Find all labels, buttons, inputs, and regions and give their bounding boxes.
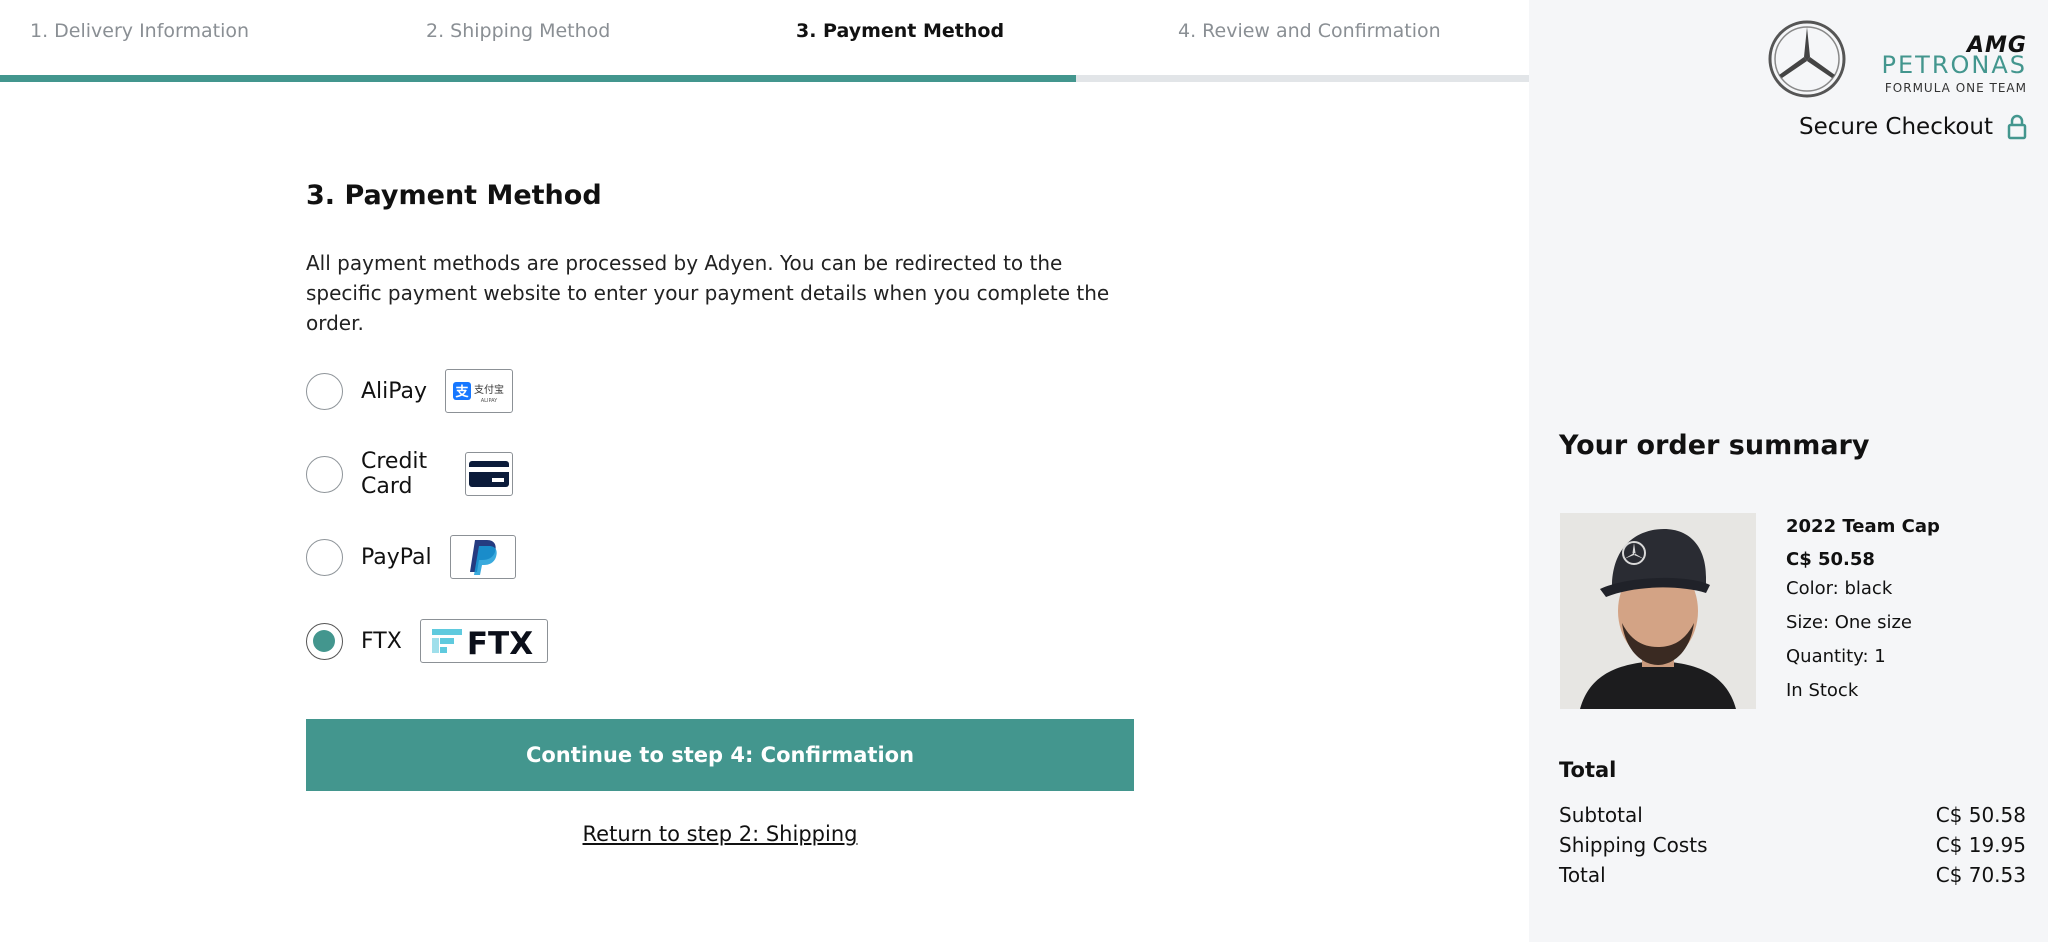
grand-total-row: Total C$ 70.53 bbox=[1559, 860, 2026, 890]
payment-section: 3. Payment Method All payment methods ar… bbox=[306, 180, 1136, 338]
product-quantity: Quantity: 1 bbox=[1786, 646, 1886, 667]
subtotal-value: C$ 50.58 bbox=[1935, 803, 2026, 827]
step-shipping-method[interactable]: 2. Shipping Method bbox=[426, 20, 610, 42]
subtotal-row: Subtotal C$ 50.58 bbox=[1559, 800, 2026, 830]
alipay-logo-icon: 支 支付宝 ALIPAY bbox=[445, 369, 514, 413]
product-name[interactable]: 2022 Team Cap bbox=[1786, 515, 2026, 539]
payment-option-paypal[interactable]: PayPal bbox=[306, 532, 516, 582]
paypal-label: PayPal bbox=[361, 544, 432, 570]
product-size: Size: One size bbox=[1786, 612, 1913, 633]
ftx-logo-text: FTX bbox=[467, 626, 533, 660]
payment-option-ftx[interactable]: FTX FTX bbox=[306, 616, 548, 666]
grand-total-value: C$ 70.53 bbox=[1935, 863, 2026, 887]
progress-bar-track bbox=[0, 75, 1529, 82]
credit-card-label: Credit Card bbox=[361, 449, 428, 499]
brand-logo[interactable]: AMG PETRONAS FORMULA ONE TEAM bbox=[1767, 19, 2027, 99]
product-details: 2022 Team Cap C$ 50.58 Color: black Size… bbox=[1786, 515, 2026, 708]
product-color: Color: black bbox=[1786, 578, 1893, 599]
totals-table: Subtotal C$ 50.58 Shipping Costs C$ 19.9… bbox=[1559, 800, 2026, 890]
order-summary-sidebar: AMG PETRONAS FORMULA ONE TEAM Secure Che… bbox=[1529, 0, 2048, 942]
secure-checkout: Secure Checkout bbox=[1799, 114, 2027, 140]
progress-bar-fill bbox=[0, 75, 1077, 82]
order-summary-title: Your order summary bbox=[1559, 430, 1870, 461]
ftx-radio[interactable] bbox=[306, 622, 343, 660]
grand-total-label: Total bbox=[1559, 863, 1606, 887]
paypal-logo-icon bbox=[449, 535, 516, 579]
secure-checkout-label: Secure Checkout bbox=[1799, 114, 1993, 140]
mercedes-star-icon bbox=[1768, 20, 1846, 98]
product-image[interactable] bbox=[1560, 513, 1756, 709]
alipay-logo-subtext: ALIPAY bbox=[481, 398, 498, 404]
subtotal-label: Subtotal bbox=[1559, 803, 1643, 827]
step-review-confirmation: 4. Review and Confirmation bbox=[1178, 20, 1441, 42]
payment-description: All payment methods are processed by Ady… bbox=[306, 251, 1110, 335]
product-stock-status: In Stock bbox=[1786, 680, 1859, 701]
svg-text:支: 支 bbox=[455, 384, 470, 400]
return-to-shipping-link[interactable]: Return to step 2: Shipping bbox=[306, 822, 1134, 846]
formula-one-team-wordmark: FORMULA ONE TEAM bbox=[1884, 81, 2027, 95]
payment-option-credit-card[interactable]: Credit Card bbox=[306, 449, 514, 499]
credit-card-radio[interactable] bbox=[306, 455, 343, 493]
step-delivery-information[interactable]: 1. Delivery Information bbox=[30, 20, 249, 42]
total-heading: Total bbox=[1559, 758, 1617, 782]
shipping-costs-label: Shipping Costs bbox=[1559, 833, 1708, 857]
alipay-logo-text: 支付宝 bbox=[474, 383, 504, 396]
shipping-costs-row: Shipping Costs C$ 19.95 bbox=[1559, 830, 2026, 860]
lock-icon bbox=[2007, 114, 2027, 140]
step-payment-method: 3. Payment Method bbox=[796, 20, 1005, 42]
checkout-stepper: 1. Delivery Information 2. Shipping Meth… bbox=[0, 0, 1529, 84]
shipping-costs-value: C$ 19.95 bbox=[1935, 833, 2026, 857]
petronas-wordmark: PETRONAS bbox=[1881, 51, 2027, 79]
payment-option-alipay[interactable]: AliPay 支 支付宝 ALIPAY bbox=[306, 366, 514, 416]
page-title: 3. Payment Method bbox=[306, 180, 602, 211]
continue-button[interactable]: Continue to step 4: Confirmation bbox=[306, 719, 1134, 791]
ftx-logo-icon: FTX bbox=[419, 619, 548, 663]
ftx-label: FTX bbox=[361, 628, 402, 654]
alipay-radio[interactable] bbox=[306, 372, 343, 410]
credit-card-icon bbox=[465, 452, 514, 496]
product-price: C$ 50.58 bbox=[1786, 549, 1875, 570]
alipay-label: AliPay bbox=[361, 378, 428, 404]
paypal-radio[interactable] bbox=[306, 538, 343, 576]
